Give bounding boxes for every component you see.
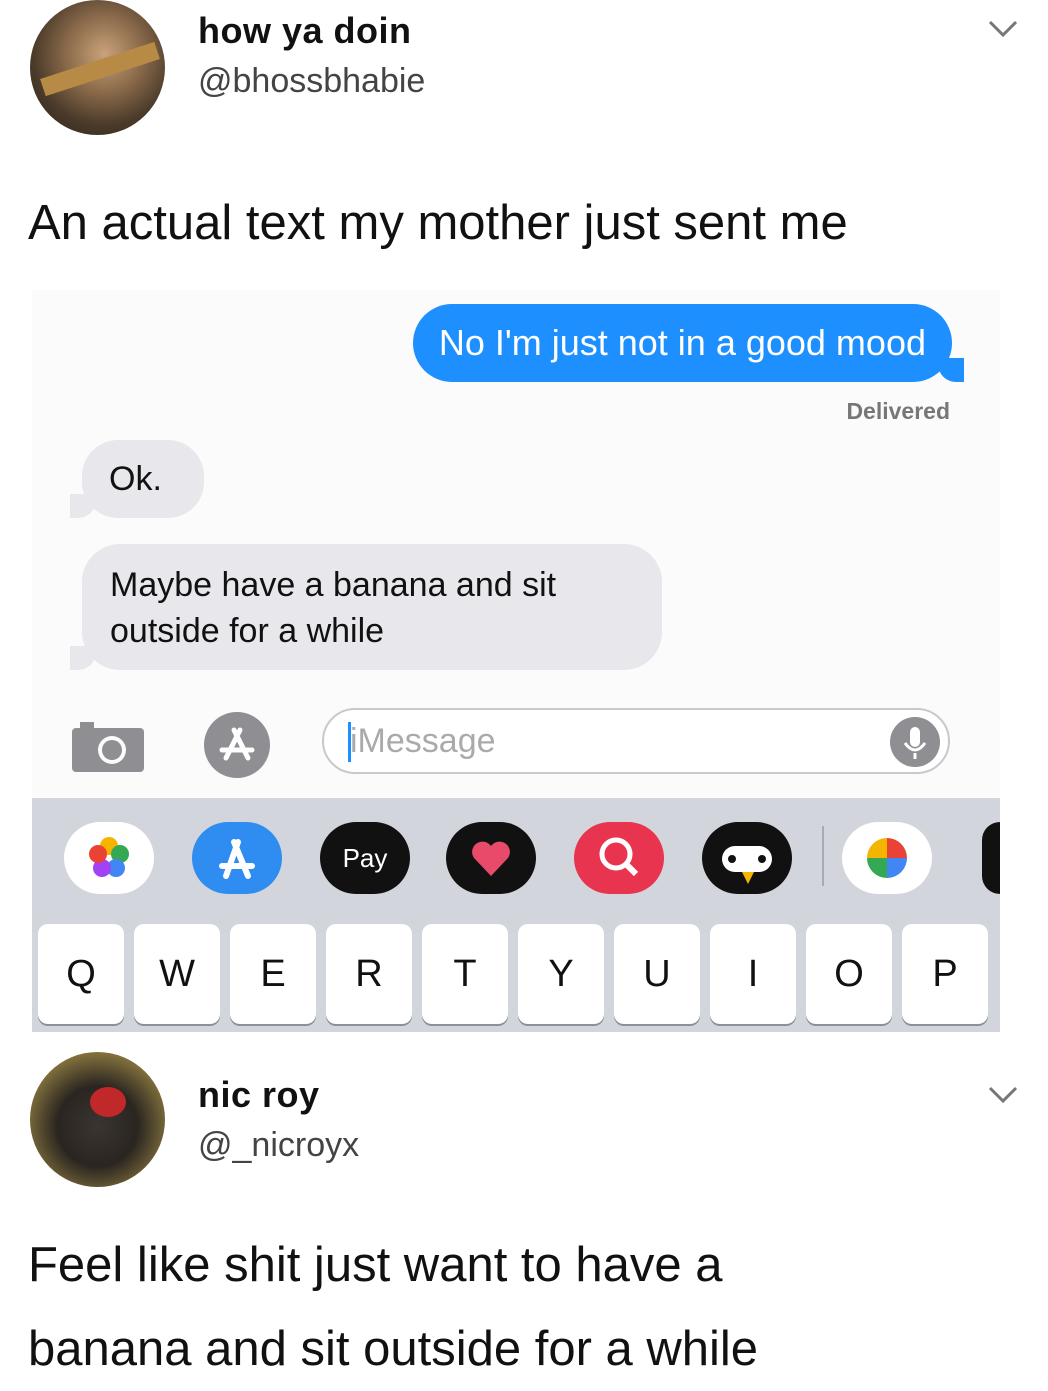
message-input-row: iMessage [32, 700, 1000, 780]
message-input[interactable]: iMessage [322, 708, 950, 774]
imessage-app-strip: Pay [32, 798, 1000, 916]
tweet-text-line: Feel like shit just want to have a [28, 1238, 723, 1292]
key-y[interactable]: Y [518, 924, 604, 1024]
user-handle[interactable]: @bhossbhabie [198, 62, 425, 101]
key-o[interactable]: O [806, 924, 892, 1024]
key-u[interactable]: U [614, 924, 700, 1024]
search-images-icon[interactable] [574, 822, 664, 894]
app-store-icon[interactable] [192, 822, 282, 894]
key-i[interactable]: I [710, 924, 796, 1024]
user-handle[interactable]: @_nicroyx [198, 1126, 359, 1165]
key-t[interactable]: T [422, 924, 508, 1024]
microphone-icon [903, 727, 927, 759]
tweet-text-line: banana and sit outside for a while [28, 1322, 759, 1376]
key-p[interactable]: P [902, 924, 988, 1024]
tweet-header-1: how ya doin @bhossbhabie [30, 0, 1020, 135]
more-apps-icon[interactable] [982, 822, 1000, 894]
google-photos-icon[interactable] [842, 822, 932, 894]
avatar[interactable] [30, 0, 165, 135]
avatar[interactable] [30, 1052, 165, 1187]
imessage-screenshot: No I'm just not in a good mood Delivered… [32, 290, 1000, 1032]
key-r[interactable]: R [326, 924, 412, 1024]
sent-message-bubble: No I'm just not in a good mood [412, 304, 965, 382]
digital-touch-icon[interactable] [446, 822, 536, 894]
message-placeholder: iMessage [350, 722, 496, 760]
apple-pay-icon[interactable]: Pay [320, 822, 410, 894]
tweet-text: An actual text my mother just sent me [28, 196, 848, 250]
chevron-down-icon[interactable] [986, 18, 1020, 40]
photos-icon[interactable] [64, 822, 154, 894]
app-store-button[interactable] [204, 712, 270, 778]
received-message-bubble: Ok. [70, 440, 204, 518]
received-message-bubble: Maybe have a banana and sit outside for … [70, 544, 662, 670]
strip-divider [822, 826, 824, 886]
display-name[interactable]: nic roy [198, 1074, 320, 1116]
key-w[interactable]: W [134, 924, 220, 1024]
camera-icon[interactable] [72, 720, 144, 772]
tweet-header-2: nic roy @_nicroyx [30, 1052, 1020, 1187]
app-store-icon [219, 727, 255, 761]
delivered-status: Delivered [846, 398, 950, 424]
display-name[interactable]: how ya doin [198, 10, 412, 52]
keyboard: Q W E R T Y U I O P [32, 916, 1000, 1032]
key-q[interactable]: Q [38, 924, 124, 1024]
microphone-button[interactable] [890, 717, 940, 767]
game-pigeon-icon[interactable] [702, 822, 792, 894]
chevron-down-icon[interactable] [986, 1084, 1020, 1106]
key-e[interactable]: E [230, 924, 316, 1024]
apple-pay-label: Pay [342, 843, 388, 873]
